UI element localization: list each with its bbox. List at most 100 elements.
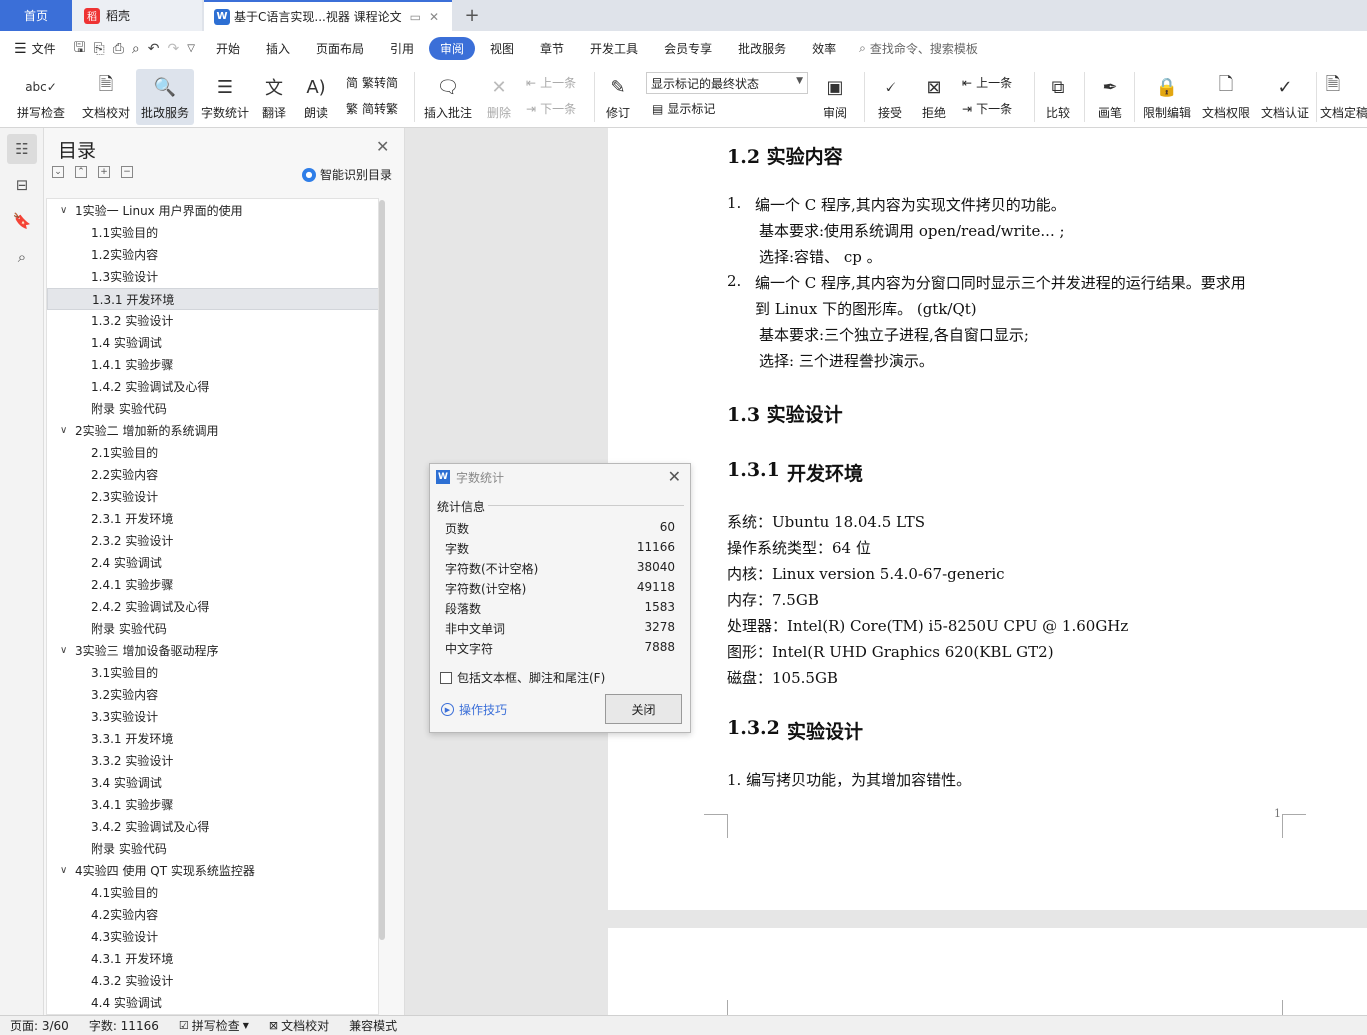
close-button[interactable]: 关闭 <box>605 694 682 724</box>
smart-toc-button[interactable]: ● 智能识别目录 <box>302 166 392 183</box>
dialog-header[interactable]: W 字数统计 <box>430 464 690 490</box>
word-count-indicator[interactable]: 字数: 11166 <box>79 1017 169 1034</box>
menu-tab-item[interactable]: 效率 <box>801 37 847 60</box>
menu-tab-item[interactable]: 开始 <box>205 37 251 60</box>
toc-item[interactable]: ∨ 2实验二 增加新的系统调用 <box>47 420 378 442</box>
restrict-editing-button[interactable]: 🔒 限制编辑 <box>1138 69 1196 125</box>
toc-item[interactable]: 3.3.2 实验设计 <box>47 750 378 772</box>
command-search[interactable]: ⌕ 查找命令、搜索模板 <box>859 40 978 57</box>
tab-close-icon[interactable]: ✕ <box>429 10 439 24</box>
search-icon[interactable]: ⌕ <box>7 242 37 272</box>
toc-item[interactable]: 1.1实验目的 <box>47 222 378 244</box>
remove-heading-icon[interactable]: − <box>121 166 133 178</box>
toc-item[interactable]: 2.3.2 实验设计 <box>47 530 378 552</box>
proofread-button[interactable]: 🗎 文档校对 <box>78 69 134 125</box>
toc-item[interactable]: 附录 实验代码 <box>47 398 378 420</box>
toc-item[interactable]: ∨ 3实验三 增加设备驱动程序 <box>47 640 378 662</box>
document-finalize-button[interactable]: 🗎 文档定稿 <box>1320 69 1367 125</box>
simplified-to-traditional-button[interactable]: 繁简转繁 <box>346 100 398 117</box>
read-aloud-button[interactable]: A) 朗读 <box>298 69 334 125</box>
add-heading-icon[interactable]: + <box>98 166 110 178</box>
review-pane-button[interactable]: ▣ 审阅 <box>814 69 856 125</box>
toc-item[interactable]: 4.3.2 实验设计 <box>47 970 378 992</box>
toc-item[interactable]: 1.3.1 开发环境 <box>47 288 378 310</box>
chevron-down-icon[interactable]: ∨ <box>60 860 67 882</box>
next-comment-button[interactable]: ⇥ 下一条 <box>526 100 576 117</box>
toc-item[interactable]: 4.3实验设计 <box>47 926 378 948</box>
outline-icon[interactable]: ⊟ <box>7 170 37 200</box>
menu-tab-item[interactable]: 批改服务 <box>727 37 797 60</box>
markup-state-select[interactable]: 显示标记的最终状态 ▼ <box>646 72 808 94</box>
toc-item[interactable]: 2.4.1 实验步骤 <box>47 574 378 596</box>
accept-button[interactable]: 🗸 接受 <box>870 69 910 125</box>
toc-item[interactable]: 3.2实验内容 <box>47 684 378 706</box>
translate-button[interactable]: 文翻译 <box>255 69 293 125</box>
toc-item[interactable]: ∨ 1实验一 Linux 用户界面的使用 <box>47 200 378 222</box>
export-icon[interactable]: ⎘ <box>94 41 105 57</box>
checkbox-box[interactable] <box>440 671 452 684</box>
toc-item[interactable]: 2.4 实验调试 <box>47 552 378 574</box>
insert-comment-button[interactable]: 🗨 插入批注 <box>420 69 476 125</box>
pen-button[interactable]: ✒ 画笔 <box>1090 69 1130 125</box>
document-page[interactable]: 1.2 实验内容 1. 编一个 C 程序,其内容为实现文件拷贝的功能。 基本要求… <box>608 128 1367 910</box>
toc-item[interactable]: 3.4.2 实验调试及心得 <box>47 816 378 838</box>
file-menu[interactable]: ☰ 文件 <box>0 40 66 57</box>
save-icon[interactable]: 🖫 <box>74 37 86 61</box>
expand-all-icon[interactable]: ⌄ <box>52 166 64 178</box>
toc-item[interactable]: 1.3.2 实验设计 <box>47 310 378 332</box>
toc-item[interactable]: 3.3实验设计 <box>47 706 378 728</box>
include-textboxes-checkbox[interactable]: 包括文本框、脚注和尾注(F) <box>440 669 605 686</box>
menu-tab-item[interactable]: 插入 <box>255 37 301 60</box>
show-markup-button[interactable]: ▤ 显示标记 <box>652 100 715 117</box>
tab-home[interactable]: 首页 <box>0 0 72 31</box>
toc-item[interactable]: 4.4 实验调试 <box>47 992 378 1014</box>
chevron-down-icon[interactable]: ▽ <box>187 43 195 54</box>
close-icon[interactable]: ✕ <box>376 137 389 156</box>
reject-button[interactable]: ⊠ 拒绝 <box>914 69 954 125</box>
toc-item[interactable]: 3.1实验目的 <box>47 662 378 684</box>
collapse-all-icon[interactable]: ⌃ <box>75 166 87 178</box>
document-certify-button[interactable]: ✓ 文档认证 <box>1256 69 1314 125</box>
proofread-status[interactable]: ⊠ 文档校对 <box>259 1017 339 1034</box>
tips-link[interactable]: ▶ 操作技巧 <box>441 701 507 718</box>
tab-document[interactable]: W 基于C语言实现...视器 课程论文 ▭ ✕ <box>204 0 452 31</box>
toc-scrollbar[interactable] <box>379 200 385 940</box>
new-tab-button[interactable]: + <box>458 0 486 31</box>
toc-item[interactable]: 1.4.1 实验步骤 <box>47 354 378 376</box>
spell-check-status[interactable]: ☑ 拼写检查 ▼ <box>169 1017 259 1034</box>
menu-tab-item[interactable]: 引用 <box>379 37 425 60</box>
toc-icon[interactable]: ☷ <box>7 134 37 164</box>
toc-item[interactable]: 1.3实验设计 <box>47 266 378 288</box>
track-changes-button[interactable]: ✎ 修订 <box>598 69 638 125</box>
toc-item[interactable]: 1.2实验内容 <box>47 244 378 266</box>
toc-item[interactable]: 4.2实验内容 <box>47 904 378 926</box>
previous-comment-button[interactable]: ⇤ 上一条 <box>526 74 576 91</box>
redo-icon[interactable]: ↷ <box>168 41 180 57</box>
document-page[interactable] <box>608 928 1367 1015</box>
correction-service-button[interactable]: 🔍 批改服务 <box>136 69 194 125</box>
toc-item[interactable]: 2.1实验目的 <box>47 442 378 464</box>
spell-check-button[interactable]: abc✓ 拼写检查 <box>10 69 72 125</box>
toc-item[interactable]: 附录 实验代码 <box>47 838 378 860</box>
word-count-button[interactable]: ☰ 字数统计 <box>198 69 252 125</box>
toc-item[interactable]: 附录 实验代码 <box>47 618 378 640</box>
menu-tab-item[interactable]: 页面布局 <box>305 37 375 60</box>
bookmark-icon[interactable]: 🔖 <box>7 206 37 236</box>
toc-item[interactable]: 3.4.1 实验步骤 <box>47 794 378 816</box>
undo-icon[interactable]: ↶ <box>148 41 160 57</box>
toc-item[interactable]: 1.4 实验调试 <box>47 332 378 354</box>
tab-daoke[interactable]: 稻 稻壳 <box>72 0 202 31</box>
menu-tab-item[interactable]: 开发工具 <box>579 37 649 60</box>
toc-item[interactable]: 2.2实验内容 <box>47 464 378 486</box>
toc-item[interactable]: 4.3.1 开发环境 <box>47 948 378 970</box>
chevron-down-icon[interactable]: ∨ <box>60 200 67 222</box>
toc-item[interactable]: 3.4 实验调试 <box>47 772 378 794</box>
toc-item[interactable]: 2.3.1 开发环境 <box>47 508 378 530</box>
toc-item[interactable]: 1.4.2 实验调试及心得 <box>47 376 378 398</box>
delete-comment-button[interactable]: ✕ 删除 <box>478 69 520 125</box>
toc-item[interactable]: ∨ 4实验四 使用 QT 实现系统监控器 <box>47 860 378 882</box>
close-icon[interactable]: ✕ <box>668 467 681 486</box>
print-icon[interactable]: ⎙ <box>113 41 124 57</box>
toc-item[interactable]: 2.4.2 实验调试及心得 <box>47 596 378 618</box>
previous-change-button[interactable]: ⇤ 上一条 <box>962 74 1012 91</box>
